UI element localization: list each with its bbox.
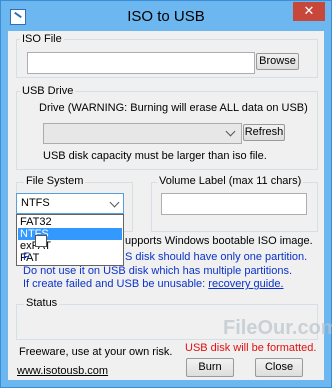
file-system-selected: NTFS [21,197,50,209]
fs-option-fat[interactable]: FAT [18,252,122,264]
burn-button[interactable]: Burn [186,358,234,377]
iso-path-input[interactable] [27,52,255,74]
status-label: Status [24,297,60,309]
fs-option-fat32[interactable]: FAT32 [18,216,122,228]
browse-button[interactable]: Browse [256,53,299,70]
bootable-checkbox[interactable] [35,235,47,247]
recovery-guide-link[interactable]: recovery guide. [208,278,283,290]
capacity-note: USB disk capacity must be larger than is… [43,150,267,162]
format-warning: USB disk will be formatted. [185,342,317,354]
window-title: ISO to USB [127,8,205,25]
note-line2: Do not use it on USB disk which has mult… [23,265,293,277]
title-bar[interactable]: ISO to USB ✕ [1,1,331,31]
volume-label-title: Volume Label (max 11 chars) [157,175,304,187]
window-close-button[interactable]: ✕ [293,2,325,21]
note-line3: If create failed and USB be unusable: re… [23,278,284,290]
watermark: FileOur.com [223,317,332,339]
drive-warning-label: Drive (WARNING: Burning will erase ALL d… [39,102,308,114]
app-window: ISO to USB ✕ ISO File Browse USB Drive D… [0,0,332,388]
chevron-down-icon [225,126,236,137]
bootable-label: upports Windows bootable ISO image. [125,235,313,247]
refresh-button[interactable]: Refresh [243,124,285,141]
close-button[interactable]: Close [255,358,303,377]
main-panel: ISO File Browse USB Drive Drive (WARNING… [8,31,332,380]
note-line3-text: If create failed and USB be unusable: [23,278,209,290]
fs-option-ntfs[interactable]: NTFS [18,228,122,240]
volume-label-input[interactable] [161,193,307,215]
iso-file-label: ISO File [20,33,64,45]
file-system-dropdown: FAT32 NTFS exFAT FAT [16,214,124,266]
note-line1: S disk should have only one partition. [125,251,308,263]
file-system-label: File System [24,175,86,187]
usb-drive-label: USB Drive [20,85,76,97]
file-system-select[interactable]: NTFS [16,193,124,214]
chevron-down-icon [109,197,120,208]
freeware-note: Freeware, use at your own risk. [19,346,173,358]
fs-option-exfat[interactable]: exFAT [18,240,122,252]
website-link[interactable]: www.isotousb.com [17,365,108,377]
note-prefix: F [23,251,30,263]
drive-select[interactable] [43,123,242,144]
